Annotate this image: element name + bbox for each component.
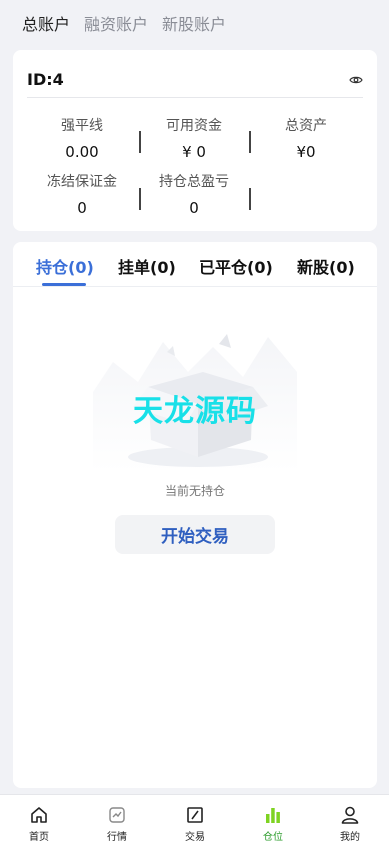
home-icon <box>31 807 47 823</box>
nav-trade[interactable]: 交易 <box>156 795 234 847</box>
stat-frozen-margin: 冻结保证金 0 <box>27 171 137 217</box>
nav-label: 行情 <box>107 832 127 843</box>
stat-value: 0.00 <box>65 143 99 161</box>
account-id: ID:4 <box>27 70 64 89</box>
active-tab-indicator <box>42 283 86 286</box>
nav-label: 首页 <box>29 832 49 843</box>
tab-ipo-account[interactable]: 新股账户 <box>162 11 226 35</box>
tab-positions[interactable]: 持仓(0) <box>36 254 94 278</box>
stat-total-assets: 总资产 ¥0 <box>251 115 361 161</box>
nav-label: 交易 <box>185 832 205 843</box>
nav-market[interactable]: 行情 <box>78 795 156 847</box>
position-tabs: 持仓(0) 挂单(0) 已平仓(0) 新股(0) <box>13 242 377 287</box>
watermark-text: 天龙源码 <box>133 394 257 429</box>
nav-label: 我的 <box>340 832 360 843</box>
start-trading-button[interactable]: 开始交易 <box>115 515 275 554</box>
stat-label: 冻结保证金 <box>47 174 117 190</box>
nav-home[interactable]: 首页 <box>0 795 78 847</box>
chart-line-icon <box>109 807 125 823</box>
stat-position-pnl: 持仓总盈亏 0 <box>139 171 249 217</box>
account-tabs: 总账户 融资账户 新股账户 <box>0 0 389 46</box>
stat-label: 可用资金 <box>166 118 222 134</box>
tab-total-account[interactable]: 总账户 <box>22 11 70 35</box>
empty-state-message: 当前无持仓 <box>164 484 225 498</box>
tab-financing-account[interactable]: 融资账户 <box>84 11 148 35</box>
eye-icon[interactable] <box>349 73 363 87</box>
stat-value: 0 <box>189 199 199 217</box>
stat-label: 强平线 <box>61 118 103 134</box>
tab-closed-positions[interactable]: 已平仓(0) <box>199 254 273 278</box>
stat-value: ¥0 <box>296 143 316 161</box>
tab-ipo[interactable]: 新股(0) <box>297 254 355 278</box>
bottom-nav: 首页 行情 交易 仓位 我的 <box>0 794 389 847</box>
stat-value: ¥ 0 <box>182 143 206 161</box>
stat-available-funds: 可用资金 ¥ 0 <box>139 115 249 161</box>
positions-card: 持仓(0) 挂单(0) 已平仓(0) 新股(0) 天龙源码 当前无持仓 开始交易 <box>13 242 377 788</box>
account-header: ID:4 <box>27 70 363 98</box>
stat-liquidation-line: 强平线 0.00 <box>27 115 137 161</box>
user-icon <box>341 806 359 824</box>
account-summary-card: ID:4 强平线 0.00 可用资金 ¥ 0 总资产 ¥0 冻结保证金 0 持仓… <box>13 50 377 231</box>
stat-label: 持仓总盈亏 <box>159 174 229 190</box>
stat-value: 0 <box>77 199 87 217</box>
nav-positions[interactable]: 仓位 <box>234 795 312 847</box>
nav-profile[interactable]: 我的 <box>311 795 389 847</box>
nav-label: 仓位 <box>263 832 283 843</box>
stat-divider <box>249 188 251 210</box>
bar-chart-icon <box>266 808 280 823</box>
trade-icon <box>187 807 203 823</box>
tab-pending-orders[interactable]: 挂单(0) <box>118 254 176 278</box>
stat-label: 总资产 <box>285 118 327 134</box>
